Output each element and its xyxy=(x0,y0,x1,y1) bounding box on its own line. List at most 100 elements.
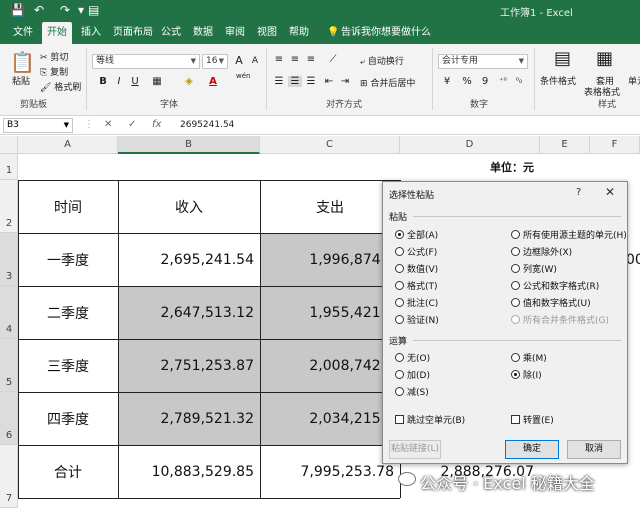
help-icon[interactable]: ? xyxy=(576,187,581,198)
paste-option-comments[interactable]: 批注(C) xyxy=(395,296,438,309)
row-header-5[interactable]: 5 xyxy=(0,339,18,392)
income-cell-q2[interactable]: 2,647,513.12 xyxy=(118,286,260,339)
save-icon[interactable]: 💾 xyxy=(10,3,25,17)
border-icon[interactable]: ▦ xyxy=(150,76,164,87)
currency-icon[interactable]: ¥ xyxy=(440,76,454,87)
operation-subtract[interactable]: 减(S) xyxy=(395,385,429,398)
percent-button[interactable]: % xyxy=(460,76,474,87)
italic-button[interactable]: I xyxy=(112,76,126,87)
redo-icon[interactable]: ↷ xyxy=(60,3,70,17)
header-cell-income[interactable]: 收入 xyxy=(118,180,260,233)
operation-multiply[interactable]: 乘(M) xyxy=(511,351,547,364)
cell-styles-button[interactable]: 单元 xyxy=(628,74,640,87)
grow-font-button[interactable]: A xyxy=(232,54,246,67)
phonetic-icon[interactable]: wén xyxy=(236,72,250,80)
expense-cell-q2[interactable]: 1,955,421.3 xyxy=(260,286,400,339)
comma-button[interactable]: 9 xyxy=(478,76,492,87)
tab-home[interactable]: 开始 xyxy=(42,22,72,44)
time-cell-q3[interactable]: 三季度 xyxy=(18,339,118,392)
tab-data[interactable]: 数据 xyxy=(188,22,218,44)
header-cell-time[interactable]: 时间 xyxy=(18,180,118,233)
tab-formulas[interactable]: 公式 xyxy=(156,22,186,44)
paste-option-source-theme[interactable]: 所有使用源主题的单元(H) xyxy=(511,228,627,241)
transpose-checkbox[interactable]: 转置(E) xyxy=(511,413,554,426)
total-income-cell[interactable]: 10,883,529.85 xyxy=(118,445,260,498)
orientation-icon[interactable]: ⟋ xyxy=(326,54,340,65)
paste-link-button[interactable]: 粘贴链接(L) xyxy=(389,440,441,459)
fill-color-icon[interactable]: ◈ xyxy=(182,76,196,87)
tab-view[interactable]: 视图 xyxy=(252,22,282,44)
align-center-icon[interactable]: ☰ xyxy=(288,76,302,87)
f3-partial-cell[interactable]: 00 xyxy=(626,233,640,286)
row-header-4[interactable]: 4 xyxy=(0,286,18,339)
conditional-format-button[interactable]: 条件格式 xyxy=(540,74,576,87)
number-format-combo[interactable]: 会计专用 ▼ xyxy=(438,54,528,69)
row-header-6[interactable]: 6 xyxy=(0,392,18,445)
underline-button[interactable]: U xyxy=(128,76,142,87)
time-cell-q4[interactable]: 四季度 xyxy=(18,392,118,445)
cut-button[interactable]: ✂ 剪切 xyxy=(40,50,68,63)
align-middle-icon[interactable]: ≡ xyxy=(288,54,302,65)
document-icon[interactable]: ▤ xyxy=(88,3,99,17)
name-box[interactable]: B3 ▼ xyxy=(3,118,73,133)
expense-cell-q4[interactable]: 2,034,215.6 xyxy=(260,392,400,445)
expense-cell-q1[interactable]: 1,996,874.2 xyxy=(260,233,400,286)
tab-help[interactable]: 帮助 xyxy=(284,22,314,44)
paste-option-values-number-formats[interactable]: 值和数字格式(U) xyxy=(511,296,591,309)
conditional-format-icon[interactable]: ▤ xyxy=(554,48,571,69)
tab-insert[interactable]: 插入 xyxy=(76,22,106,44)
income-cell-q1[interactable]: 2,695,241.54 xyxy=(118,233,260,286)
operation-none[interactable]: 无(O) xyxy=(395,351,430,364)
column-header-e[interactable]: E xyxy=(540,136,590,154)
merge-center-button[interactable]: ⊞ 合并后居中 xyxy=(360,76,415,89)
expense-cell-q3[interactable]: 2,008,742.5 xyxy=(260,339,400,392)
format-painter-button[interactable]: 🖌 格式刷 xyxy=(40,80,81,93)
close-icon[interactable]: ✕ xyxy=(605,185,615,199)
paste-option-validation[interactable]: 验证(N) xyxy=(395,313,439,326)
paste-option-formulas-number-formats[interactable]: 公式和数字格式(R) xyxy=(511,279,599,292)
align-right-icon[interactable]: ☰ xyxy=(304,76,318,87)
font-name-combo[interactable]: 等线 ▼ xyxy=(92,54,200,69)
time-cell-q1[interactable]: 一季度 xyxy=(18,233,118,286)
header-cell-expense[interactable]: 支出 xyxy=(260,180,400,233)
paste-option-column-widths[interactable]: 列宽(W) xyxy=(511,262,557,275)
copy-button[interactable]: ⎘ 复制 xyxy=(40,65,68,78)
enter-icon[interactable]: ✓ xyxy=(128,119,136,130)
paste-option-values[interactable]: 数值(V) xyxy=(395,262,438,275)
undo-icon[interactable]: ↶ xyxy=(34,3,44,17)
increase-decimal-icon[interactable]: ⁺⁰ xyxy=(496,76,510,85)
paste-icon[interactable]: 📋 xyxy=(10,50,35,74)
cancel-button[interactable]: 取消 xyxy=(567,440,621,459)
select-all-corner[interactable] xyxy=(0,136,18,154)
align-bottom-icon[interactable]: ≡ xyxy=(304,54,318,65)
paste-option-formulas[interactable]: 公式(F) xyxy=(395,245,437,258)
paste-option-no-borders[interactable]: 边框除外(X) xyxy=(511,245,572,258)
row-header-3[interactable]: 3 xyxy=(0,233,18,286)
align-left-icon[interactable]: ☰ xyxy=(272,76,286,87)
row-header-7[interactable]: 7 xyxy=(0,445,18,508)
row-header-1[interactable]: 1 xyxy=(0,154,18,180)
decrease-decimal-icon[interactable]: ⁰₀ xyxy=(512,76,526,85)
total-expense-cell[interactable]: 7,995,253.78 xyxy=(260,445,400,498)
decrease-indent-icon[interactable]: ⇤ xyxy=(322,76,336,87)
paste-option-all[interactable]: 全部(A) xyxy=(395,228,438,241)
cancel-icon[interactable]: ✕ xyxy=(104,119,112,130)
increase-indent-icon[interactable]: ⇥ xyxy=(338,76,352,87)
operation-add[interactable]: 加(D) xyxy=(395,368,430,381)
column-header-f[interactable]: F xyxy=(590,136,640,154)
wrap-text-button[interactable]: ⤶ 自动换行 xyxy=(360,54,404,67)
tab-page-layout[interactable]: 页面布局 xyxy=(108,22,158,44)
formula-input[interactable]: 2695241.54 xyxy=(180,120,234,130)
operation-divide[interactable]: 除(I) xyxy=(511,368,542,381)
paste-button[interactable]: 粘贴 xyxy=(12,74,30,87)
row-header-2[interactable]: 2 xyxy=(0,180,18,233)
font-size-combo[interactable]: 16 ▼ xyxy=(202,54,228,69)
insert-function-icon[interactable]: fx xyxy=(152,119,161,130)
unit-label-cell[interactable]: 单位：元 xyxy=(400,154,540,180)
ok-button[interactable]: 确定 xyxy=(505,440,559,459)
font-color-icon[interactable]: A xyxy=(206,76,220,87)
tab-file[interactable]: 文件 xyxy=(8,22,38,44)
paste-option-formats[interactable]: 格式(T) xyxy=(395,279,438,292)
qat-more-icon[interactable]: ▾ xyxy=(78,3,84,17)
column-header-b[interactable]: B xyxy=(118,136,260,154)
